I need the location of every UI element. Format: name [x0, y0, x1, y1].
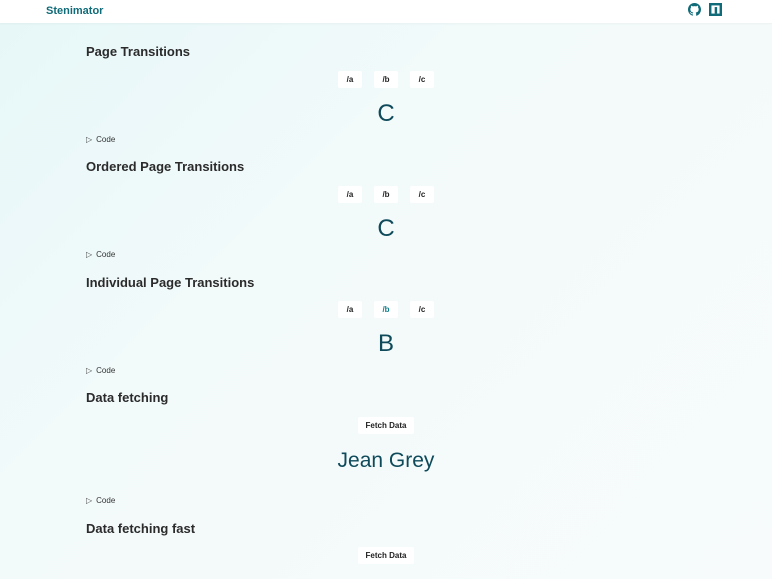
code-label: Code [96, 366, 116, 375]
nav-links: /a /b /c [86, 301, 686, 318]
fetch-data-button[interactable]: Fetch Data [357, 417, 415, 434]
code-toggle[interactable]: ▷ Code [86, 135, 115, 144]
section-title: Individual Page Transitions [86, 275, 255, 290]
section-title: Page Transitions [86, 44, 191, 59]
section-title: Data fetching [86, 390, 169, 405]
code-toggle[interactable]: ▷ Code [86, 366, 115, 375]
fetch-row: Fetch Data [86, 417, 686, 434]
section-page-transitions: Page Transitions /a /b /c C ▷ Code [86, 44, 686, 144]
page-display: C [377, 215, 395, 242]
nav-link-a[interactable]: /a [338, 71, 362, 88]
nav-link-b[interactable]: /b [374, 301, 398, 318]
code-toggle[interactable]: ▷ Code [86, 250, 115, 259]
section-individual-page-transitions: Individual Page Transitions /a /b /c B ▷… [86, 275, 686, 375]
nav-links: /a /b /c [86, 186, 686, 203]
code-label: Code [96, 496, 116, 505]
fetch-data-button[interactable]: Fetch Data [357, 547, 415, 564]
nav-link-c[interactable]: /c [410, 301, 434, 318]
code-label: Code [96, 135, 116, 144]
npm-icon[interactable] [709, 3, 722, 16]
header-icon-group [688, 3, 722, 16]
page-display: C [377, 100, 395, 127]
section-data-fetching-fast: Data fetching fast Fetch Data [86, 521, 686, 564]
nav-link-c[interactable]: /c [410, 71, 434, 88]
top-navbar: Stenimator [0, 0, 772, 23]
triangle-right-icon: ▷ [86, 250, 93, 259]
code-label: Code [96, 250, 116, 259]
github-icon[interactable] [688, 3, 701, 16]
nav-link-a[interactable]: /a [338, 186, 362, 203]
nav-link-b[interactable]: /b [374, 71, 398, 88]
triangle-right-icon: ▷ [86, 496, 93, 505]
section-title: Ordered Page Transitions [86, 159, 245, 174]
brand-link[interactable]: Stenimator [46, 5, 103, 17]
fetched-data-display: Jean Grey [337, 449, 435, 472]
nav-link-b[interactable]: /b [374, 186, 398, 203]
nav-link-c[interactable]: /c [410, 186, 434, 203]
fetch-row: Fetch Data [86, 547, 686, 564]
nav-link-a[interactable]: /a [338, 301, 362, 318]
page-display: B [377, 330, 394, 357]
code-toggle[interactable]: ▷ Code [86, 496, 115, 505]
section-title: Data fetching fast [86, 521, 196, 536]
triangle-right-icon: ▷ [86, 135, 93, 144]
nav-links: /a /b /c [86, 71, 686, 88]
triangle-right-icon: ▷ [86, 366, 93, 375]
section-ordered-page-transitions: Ordered Page Transitions /a /b /c C ▷ Co… [86, 159, 686, 259]
section-data-fetching: Data fetching Fetch Data Jean Grey ▷ Cod… [86, 390, 686, 505]
